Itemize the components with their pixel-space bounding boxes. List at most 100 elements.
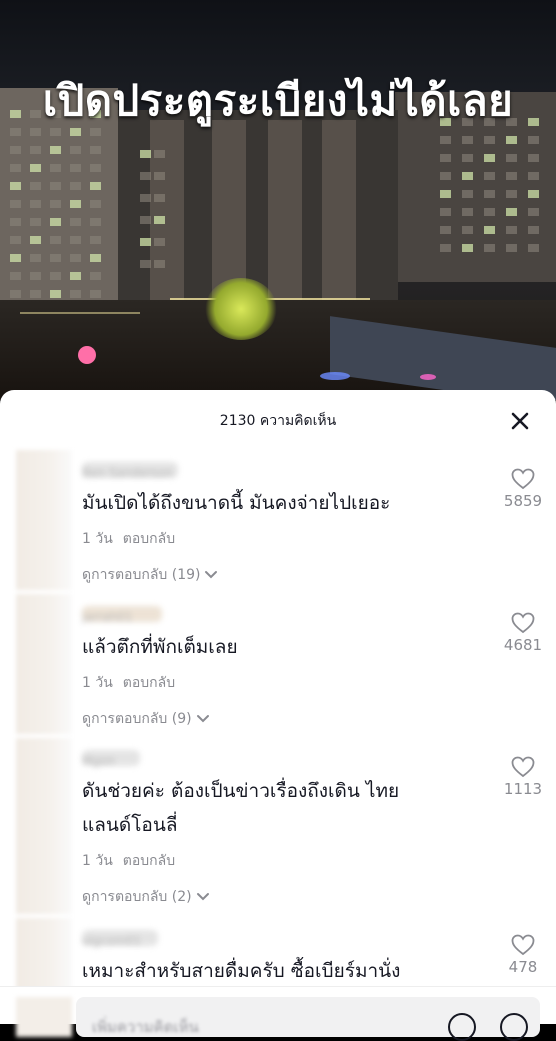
comment-username[interactable]: Ben Sanderson	[82, 462, 178, 480]
building-window	[528, 190, 539, 198]
building-window	[30, 218, 41, 226]
comment-username[interactable]: Mgon	[82, 750, 140, 768]
building-window	[50, 290, 61, 298]
building-window	[484, 172, 495, 180]
building-window	[10, 254, 21, 262]
string-lights	[20, 312, 140, 314]
like-count: 1113	[503, 780, 543, 798]
comment-text: เหมาะสำหรับสายดื่มครับ ซื้อเบียร์มานั่ง	[82, 960, 401, 982]
building-window	[10, 236, 21, 244]
building-window	[154, 150, 165, 158]
comment-item: Mgon ดันช่วยค่ะ ต้องเป็นข่าวเรื่องถึงเดิ…	[0, 738, 556, 914]
building-window	[462, 208, 473, 216]
building-window	[484, 244, 495, 252]
avatar[interactable]	[16, 738, 72, 914]
blue-light	[320, 372, 350, 380]
reply-button[interactable]: ตอบกลับ	[123, 853, 175, 869]
building-window	[462, 244, 473, 252]
building-window	[30, 272, 41, 280]
building-window	[90, 182, 101, 190]
building-window	[30, 182, 41, 190]
avatar[interactable]	[16, 594, 72, 734]
at-icon[interactable]	[448, 1013, 476, 1041]
video-frame[interactable]: เปิดประตูระเบียงไม่ได้เลย	[0, 0, 556, 400]
building-window	[70, 146, 81, 154]
like-button[interactable]: 1113	[498, 756, 548, 798]
heart-outline-icon	[511, 934, 535, 956]
building-window	[50, 218, 61, 226]
building-column	[150, 120, 184, 300]
building-window	[462, 154, 473, 162]
building-window	[506, 208, 517, 216]
building-window	[90, 164, 101, 172]
building-window	[528, 154, 539, 162]
view-replies-label: ดูการตอบกลับ (19)	[82, 567, 201, 583]
building-window	[528, 226, 539, 234]
building-window	[50, 200, 61, 208]
building-window	[10, 164, 21, 172]
building-window	[10, 182, 21, 190]
chevron-down-icon	[205, 571, 218, 579]
view-replies-label: ดูการตอบกลับ (2)	[82, 889, 192, 905]
building-window	[50, 254, 61, 262]
building-window	[484, 190, 495, 198]
building-window	[50, 272, 61, 280]
building-window	[10, 218, 21, 226]
like-count: 5859	[503, 492, 543, 510]
building-window	[90, 146, 101, 154]
reply-button[interactable]: ตอบกลับ	[123, 675, 175, 691]
view-replies-button[interactable]: ดูการตอบกลับ (9)	[82, 708, 210, 730]
comment-username[interactable]: jarrah01	[82, 606, 162, 624]
building-window	[484, 136, 495, 144]
building-window	[528, 208, 539, 216]
pink-light	[78, 346, 96, 364]
heart-outline-icon	[511, 756, 535, 778]
building-window	[70, 290, 81, 298]
close-icon	[511, 412, 529, 430]
building-window	[440, 136, 451, 144]
avatar[interactable]	[16, 450, 72, 590]
reply-button[interactable]: ตอบกลับ	[123, 531, 175, 547]
like-button[interactable]: 4681	[498, 612, 548, 654]
sheet-header: 2130 ความคิดเห็น	[0, 390, 556, 446]
like-button[interactable]: 5859	[498, 468, 548, 510]
lit-tree	[205, 278, 277, 340]
building-window	[70, 254, 81, 262]
building-window	[506, 154, 517, 162]
building-column	[268, 120, 302, 300]
building-window	[30, 236, 41, 244]
chevron-down-icon	[196, 715, 209, 723]
building-window	[440, 244, 451, 252]
building-window	[90, 200, 101, 208]
building-window	[154, 238, 165, 246]
comment-username[interactable]: olgcom01	[82, 930, 158, 948]
building-window	[140, 172, 151, 180]
comments-count-title: 2130 ความคิดเห็น	[219, 413, 337, 429]
building-window	[90, 254, 101, 262]
view-replies-button[interactable]: ดูการตอบกลับ (19)	[82, 564, 218, 586]
building-window	[50, 182, 61, 190]
building-window	[440, 226, 451, 234]
close-button[interactable]	[505, 406, 535, 436]
building-window	[440, 190, 451, 198]
building-window	[528, 136, 539, 144]
building-window	[140, 216, 151, 224]
building-window	[140, 238, 151, 246]
building-window	[440, 172, 451, 180]
like-button[interactable]: 478	[498, 934, 548, 976]
building-window	[140, 150, 151, 158]
comment-text: มันเปิดได้ถึงขนาดนี้ มันคงจ่ายไปเยอะ	[82, 492, 391, 514]
building-window	[70, 218, 81, 226]
building-window	[154, 216, 165, 224]
building-window	[440, 208, 451, 216]
pink-light	[420, 374, 436, 380]
building-window	[506, 136, 517, 144]
building-window	[462, 226, 473, 234]
building-window	[10, 290, 21, 298]
building-window	[90, 272, 101, 280]
heart-outline-icon	[511, 468, 535, 490]
building-window	[140, 260, 151, 268]
emoji-icon[interactable]	[500, 1013, 528, 1041]
view-replies-button[interactable]: ดูการตอบกลับ (2)	[82, 886, 210, 908]
building-window	[462, 136, 473, 144]
